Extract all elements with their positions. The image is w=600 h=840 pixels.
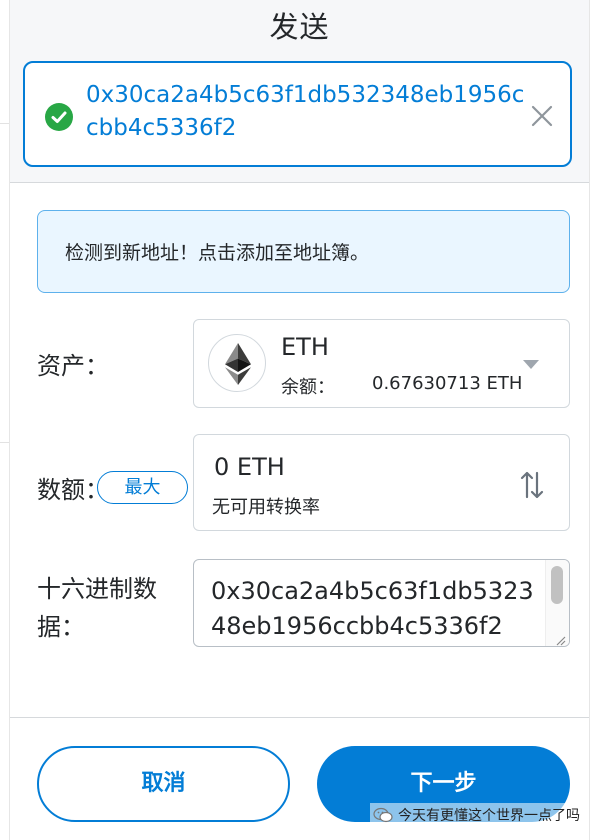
- notice-text: 检测到新地址！点击添加至地址簿。: [65, 242, 370, 264]
- amount-input[interactable]: 0 ETH 无可用转换率: [193, 434, 570, 531]
- resize-handle-icon[interactable]: [554, 631, 566, 646]
- swap-vertical-icon[interactable]: [519, 469, 545, 501]
- balance-value: 0.67630713 ETH: [372, 373, 523, 394]
- send-header: 发送 0x30ca2a4b5c63f1db532348eb1956ccbb4c5…: [10, 0, 589, 183]
- ethereum-icon: [208, 334, 266, 392]
- scrollbar-thumb[interactable]: [551, 566, 563, 604]
- new-address-notice[interactable]: 检测到新地址！点击添加至地址簿。: [37, 210, 570, 293]
- side-divider: [0, 123, 9, 124]
- page-title: 发送: [269, 10, 330, 44]
- watermark-text: 今天有更懂这个世界一点了吗: [398, 808, 580, 824]
- watermark: 今天有更懂这个世界一点了吗: [370, 803, 583, 827]
- hex-data-textarea[interactable]: 0x30ca2a4b5c63f1db532348eb1956ccbb4c5336…: [193, 559, 570, 647]
- asset-label: 资产：: [37, 352, 109, 380]
- cancel-button[interactable]: 取消: [37, 746, 290, 822]
- hex-data-label: 十六进制数据：: [37, 575, 157, 641]
- caret-down-icon[interactable]: [523, 360, 539, 369]
- conversion-rate-text: 无可用转换率: [212, 497, 320, 518]
- hex-data-value[interactable]: 0x30ca2a4b5c63f1db532348eb1956ccbb4c5336…: [211, 574, 541, 644]
- max-button[interactable]: 最大: [97, 471, 188, 504]
- check-circle-icon: [45, 103, 73, 131]
- close-icon[interactable]: [528, 102, 556, 130]
- recipient-address: 0x30ca2a4b5c63f1db532348eb1956ccbb4c5336…: [86, 82, 525, 141]
- asset-name: ETH: [281, 333, 329, 361]
- recipient-card[interactable]: 0x30ca2a4b5c63f1db532348eb1956ccbb4c5336…: [23, 61, 572, 167]
- side-divider: [0, 442, 9, 443]
- wechat-icon: [373, 807, 393, 823]
- amount-value[interactable]: 0 ETH: [214, 453, 285, 481]
- balance-label: 余额：: [281, 377, 335, 398]
- asset-selector[interactable]: ETH 余额： 0.67630713 ETH: [193, 319, 570, 408]
- right-border: [589, 0, 590, 840]
- footer-divider: [10, 717, 589, 718]
